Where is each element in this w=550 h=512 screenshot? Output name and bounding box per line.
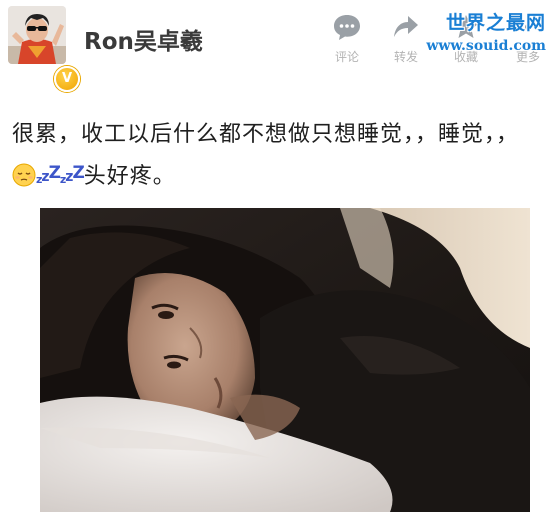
post-photo[interactable]	[40, 208, 530, 512]
comment-icon	[327, 12, 367, 42]
post-text: 很累，收工以后什么都不想做只想睡觉，，睡觉，， zzZzzZ头好疼。	[12, 116, 542, 199]
watermark-title: 世界之最网	[445, 12, 546, 34]
post-text-main: 很累，收工以后什么都不想做只想睡觉，，睡觉，，	[12, 122, 520, 147]
post-photo-image	[40, 208, 530, 512]
site-watermark: 世界之最网 www.souid.com	[406, 6, 546, 62]
watermark-url: www.souid.com	[426, 38, 546, 54]
sleepy-face-icon	[12, 163, 36, 187]
comment-label: 评论	[334, 50, 359, 64]
username[interactable]: Ron吴卓羲	[84, 22, 203, 56]
zzz-sleep-icon: zzZzzZ	[36, 163, 85, 186]
comment-button[interactable]: 评论	[327, 12, 367, 65]
verified-badge-icon: V	[54, 66, 80, 92]
avatar[interactable]	[8, 6, 66, 64]
user-avatar-container[interactable]: V	[8, 6, 80, 92]
post-text-end: 头好疼。	[83, 164, 176, 189]
avatar-image	[8, 6, 66, 64]
